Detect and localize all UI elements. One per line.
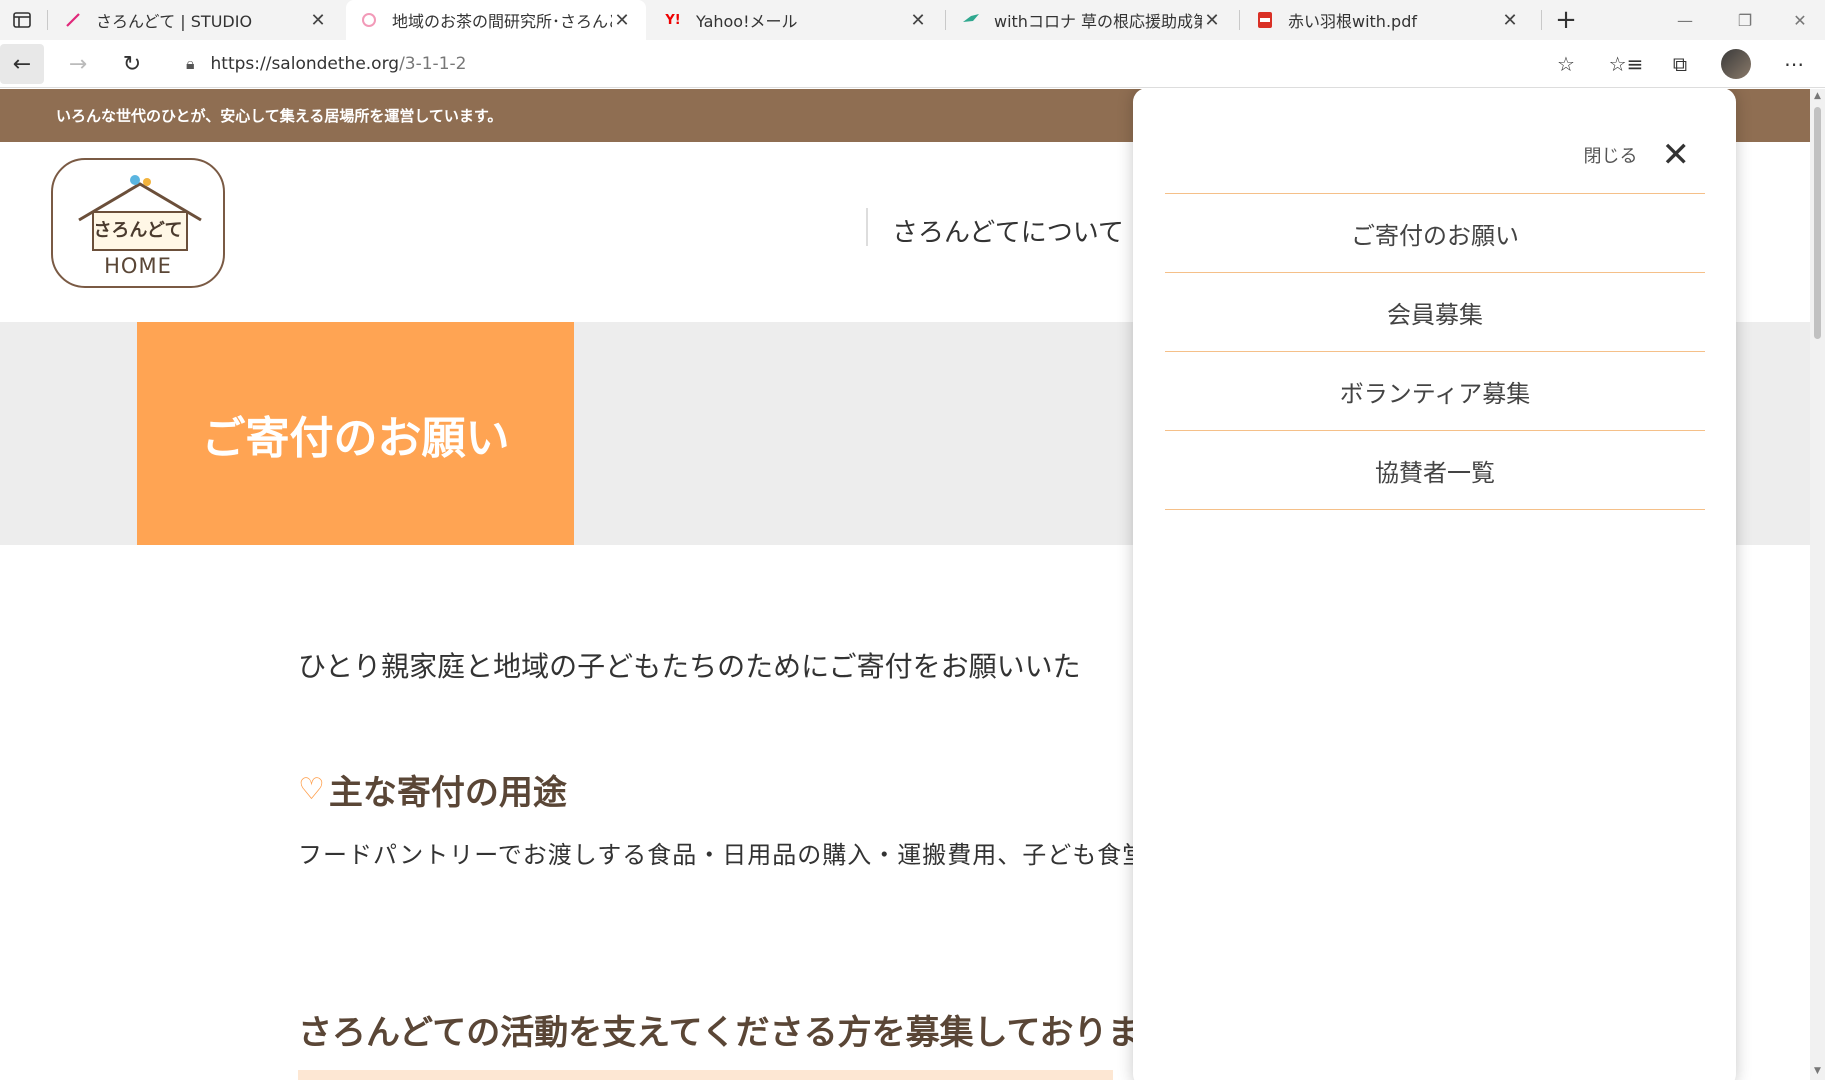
menu-item-donation[interactable]: ご寄付のお願い: [1165, 194, 1705, 273]
tab-actions-icon[interactable]: [0, 0, 44, 40]
heart-icon: ♡: [298, 772, 325, 807]
close-tab-icon[interactable]: ✕: [308, 10, 328, 31]
logo-brand: さろんどて: [93, 220, 183, 241]
collections-icon[interactable]: ⧉: [1658, 44, 1702, 84]
home-logo[interactable]: さろんどて HOME: [51, 158, 225, 288]
new-tab-icon[interactable]: +: [1546, 0, 1586, 40]
back-icon[interactable]: ←: [0, 44, 44, 84]
tab-yahoo-mail[interactable]: Y! Yahoo!メール ✕: [650, 0, 942, 40]
logo-home-label: HOME: [104, 254, 172, 278]
section-heading-support: さろんどての活動を支えてくださる方を募集しておりま: [298, 1013, 1142, 1053]
usage-text: フードパントリーでお渡しする食品・日用品の購入・運搬費用、子ども食堂: [298, 841, 1148, 869]
close-tab-icon[interactable]: ✕: [908, 10, 928, 31]
pdf-icon: [1256, 11, 1274, 29]
url-field[interactable]: 🔒︎ https://salondethe.org/3-1-1-2: [168, 44, 1596, 84]
menu-item-sponsors[interactable]: 協賛者一覧: [1165, 431, 1705, 510]
section-heading-text: 主な寄付の用途: [328, 773, 567, 813]
yahoo-icon: Y!: [665, 12, 681, 28]
close-tab-icon[interactable]: ✕: [612, 10, 632, 31]
forward-icon[interactable]: →: [56, 44, 100, 84]
refresh-icon[interactable]: ↻: [110, 44, 154, 84]
nav-about-link[interactable]: さろんどてについて: [892, 212, 1124, 249]
menu-item-membership[interactable]: 会員募集: [1165, 273, 1705, 352]
web-page: いろんな世代のひとが、安心して集える居場所を運営しています。 さろんどて HOM…: [0, 89, 1810, 1080]
scroll-up-icon[interactable]: ▲: [1810, 91, 1825, 103]
pen-icon: [64, 11, 82, 29]
close-tab-icon[interactable]: ✕: [1202, 10, 1222, 31]
peach-divider: [298, 1070, 1113, 1080]
add-favorite-icon[interactable]: ☆: [1544, 44, 1588, 84]
nav-divider: [866, 208, 868, 246]
minimize-icon[interactable]: —: [1655, 0, 1715, 40]
slide-menu-panel: 閉じる ✕ ご寄付のお願い 会員募集 ボランティア募集 協賛者一覧: [1133, 89, 1736, 1080]
window-close-icon[interactable]: ✕: [1770, 0, 1825, 40]
tab-pdf[interactable]: 赤い羽根with.pdf ✕: [1242, 0, 1534, 40]
section-heading-usage: ♡ 主な寄付の用途: [298, 765, 567, 814]
tab-withcorona[interactable]: withコロナ 草の根応援助成第3回 ✕: [948, 0, 1236, 40]
close-label: 閉じる: [1583, 146, 1638, 167]
url-host: https://salondethe.org: [210, 54, 400, 74]
page-scrollbar[interactable]: ▲ ▼: [1810, 89, 1825, 1080]
tab-title: withコロナ 草の根応援助成第3回: [994, 12, 1202, 31]
tab-title: Yahoo!メール: [696, 12, 798, 31]
close-icon[interactable]: ✕: [1662, 138, 1691, 172]
tab-salondethe[interactable]: 地域のお茶の間研究所･さろんどて ✕: [346, 0, 646, 40]
site-icon: [360, 11, 378, 29]
hero-title: ご寄付のお願い: [137, 322, 574, 545]
menu-item-volunteer[interactable]: ボランティア募集: [1165, 352, 1705, 431]
tab-studio[interactable]: さろんどて | STUDIO ✕: [50, 0, 342, 40]
browser-tab-strip: さろんどて | STUDIO ✕ 地域のお茶の間研究所･さろんどて ✕ Y! Y…: [0, 0, 1825, 40]
address-bar: ← → ↻ 🔒︎ https://salondethe.org/3-1-1-2 …: [0, 40, 1825, 88]
url-path: /3-1-1-2: [399, 54, 467, 74]
scroll-down-icon[interactable]: ▼: [1810, 1066, 1825, 1078]
menu-close-button[interactable]: 閉じる ✕: [1584, 138, 1691, 172]
profile-avatar[interactable]: [1714, 44, 1758, 84]
scroll-thumb[interactable]: [1814, 107, 1821, 339]
favorites-icon[interactable]: ☆≡: [1604, 44, 1648, 84]
restore-icon[interactable]: ❐: [1715, 0, 1775, 40]
tab-title: さろんどて | STUDIO: [96, 12, 253, 31]
bird-icon: [962, 11, 980, 29]
menu-list: ご寄付のお願い 会員募集 ボランティア募集 協賛者一覧: [1165, 193, 1705, 510]
lock-icon[interactable]: 🔒︎: [186, 54, 195, 74]
tab-title: 赤い羽根with.pdf: [1288, 12, 1417, 31]
intro-text: ひとり親家庭と地域の子どもたちのためにご寄付をお願いいた: [298, 650, 1081, 683]
close-tab-icon[interactable]: ✕: [1500, 10, 1520, 31]
more-menu-icon[interactable]: ⋯: [1772, 44, 1816, 84]
tab-title: 地域のお茶の間研究所･さろんどて: [392, 12, 612, 31]
